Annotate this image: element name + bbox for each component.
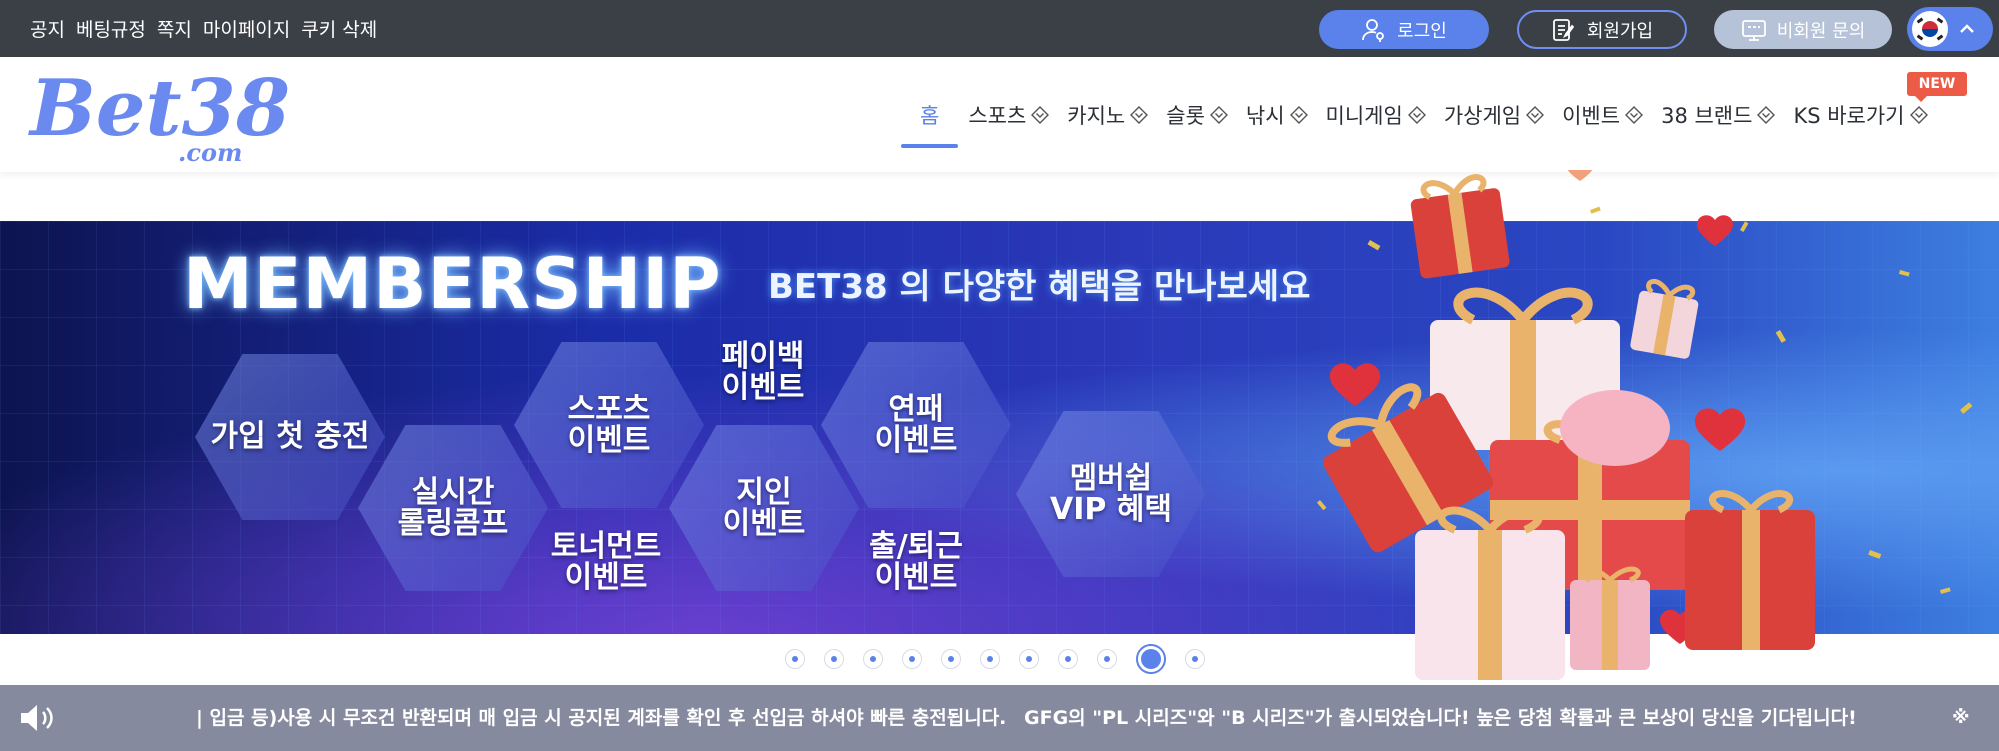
top-bar: 공지 베팅규정 쪽지 마이페이지 쿠키 삭제 로그인 회원가입 비회원 문의 bbox=[0, 0, 1999, 57]
korea-flag-icon bbox=[1912, 11, 1948, 47]
chat-screen-icon bbox=[1741, 19, 1766, 41]
nav-slots[interactable]: 슬롯 bbox=[1157, 57, 1237, 172]
main-nav: 홈 스포츠 카지노 슬롯 낚시 미니게임 가상게임 이벤트 38 브랜드 KS … bbox=[900, 57, 1937, 172]
hex-label: 지인 이벤트 bbox=[722, 474, 806, 541]
nav-virtual-game-label: 가상게임 bbox=[1443, 103, 1522, 128]
new-badge: NEW bbox=[1907, 72, 1967, 102]
chevron-down-icon bbox=[1031, 105, 1050, 124]
slider-dot[interactable] bbox=[1185, 649, 1205, 669]
nav-38-brand-label: 38 브랜드 bbox=[1661, 103, 1753, 128]
top-link-messages[interactable]: 쪽지 bbox=[157, 15, 192, 42]
chevron-down-icon bbox=[1407, 105, 1426, 124]
nav-events-label: 이벤트 bbox=[1562, 103, 1621, 128]
ticker-message-2: GFG의 "PL 시리즈"와 "B 시리즈"가 출시되었습니다! 높은 당첨 확… bbox=[1024, 707, 1857, 729]
slider-pagination bbox=[785, 644, 1205, 674]
nav-home-label: 홈 bbox=[920, 103, 940, 128]
nav-fishing[interactable]: 낚시 bbox=[1237, 57, 1317, 172]
join-button[interactable]: 회원가입 bbox=[1517, 10, 1687, 49]
site-logo[interactable]: Bet38 .com bbox=[28, 63, 290, 172]
gift-boxes-illustration bbox=[1316, 170, 1973, 680]
nav-virtual-game[interactable]: 가상게임 bbox=[1435, 57, 1553, 172]
chevron-down-icon bbox=[1909, 105, 1928, 124]
top-link-mypage[interactable]: 마이페이지 bbox=[203, 15, 290, 42]
ticker-message-1: | 입금 등)사용 시 무조건 반환되며 매 입금 시 공지된 계좌를 확인 후… bbox=[196, 707, 1007, 729]
user-key-icon bbox=[1362, 18, 1385, 42]
top-link-clear-cookies[interactable]: 쿠키 삭제 bbox=[301, 15, 377, 42]
nav-38-brand[interactable]: 38 브랜드 bbox=[1652, 57, 1784, 172]
slider-dot[interactable] bbox=[1019, 649, 1039, 669]
chevron-down-icon bbox=[1757, 105, 1776, 124]
nav-casino[interactable]: 카지노 bbox=[1058, 57, 1157, 172]
nav-ks-shortcut-label: KS 바로가기 bbox=[1793, 103, 1905, 128]
nav-fishing-label: 낚시 bbox=[1245, 103, 1285, 128]
hex-label: 스포츠 이벤트 bbox=[567, 391, 651, 458]
slider-dot[interactable] bbox=[824, 649, 844, 669]
form-edit-icon bbox=[1552, 18, 1575, 41]
notice-ticker: | 입금 등)사용 시 무조건 반환되며 매 입금 시 공지된 계좌를 확인 후… bbox=[0, 685, 1999, 751]
slider-dot[interactable] bbox=[785, 649, 805, 669]
hex-label: 페이백 이벤트 bbox=[721, 338, 805, 405]
nav-casino-label: 카지노 bbox=[1067, 103, 1126, 128]
join-label: 회원가입 bbox=[1586, 20, 1654, 42]
speaker-icon[interactable] bbox=[18, 702, 58, 734]
language-selector[interactable] bbox=[1907, 7, 1993, 51]
nav-slots-label: 슬롯 bbox=[1166, 103, 1205, 128]
guest-inquiry-label: 비회원 문의 bbox=[1776, 20, 1866, 42]
login-button[interactable]: 로그인 bbox=[1319, 10, 1489, 49]
logo-text: Bet38 bbox=[28, 63, 288, 154]
slider-dot[interactable] bbox=[1058, 649, 1078, 669]
nav-home[interactable]: 홈 bbox=[900, 57, 959, 172]
hex-commute-event: 출/퇴근 이벤트 bbox=[821, 479, 1011, 634]
hex-label: 토너먼트 이벤트 bbox=[550, 528, 662, 595]
ticker-message-3: ※ bbox=[1952, 707, 1970, 728]
nav-sports[interactable]: 스포츠 bbox=[959, 57, 1058, 172]
chevron-down-icon bbox=[1130, 105, 1149, 124]
slider-dot[interactable] bbox=[863, 649, 883, 669]
hex-label: 가입 첫 충전 bbox=[210, 419, 370, 455]
chevron-down-icon bbox=[1625, 105, 1644, 124]
top-links: 공지 베팅규정 쪽지 마이페이지 쿠키 삭제 bbox=[30, 0, 377, 57]
slider-dot[interactable] bbox=[1097, 649, 1117, 669]
nav-minigame-label: 미니게임 bbox=[1325, 103, 1403, 128]
logo-subtext: .com bbox=[178, 138, 242, 167]
nav-minigame[interactable]: 미니게임 bbox=[1317, 57, 1435, 172]
slider-dot[interactable] bbox=[941, 649, 961, 669]
hex-label: 실시간 롤링콤프 bbox=[397, 474, 509, 541]
hex-label: 연패 이벤트 bbox=[874, 391, 958, 458]
chevron-down-icon bbox=[1209, 105, 1228, 124]
banner-title: MEMBERSHIP bbox=[183, 243, 722, 325]
nav-events[interactable]: 이벤트 bbox=[1553, 57, 1652, 172]
top-link-betting-rules[interactable]: 베팅규정 bbox=[76, 15, 146, 42]
login-label: 로그인 bbox=[1397, 20, 1447, 42]
hex-label: 멤버쉽 VIP 혜택 bbox=[1049, 460, 1172, 527]
main-header: Bet38 .com 홈 스포츠 카지노 슬롯 낚시 미니게임 가상게임 이벤트… bbox=[0, 57, 1999, 172]
slider-dot[interactable] bbox=[1136, 644, 1166, 674]
guest-inquiry-button[interactable]: 비회원 문의 bbox=[1714, 10, 1892, 49]
top-link-notice[interactable]: 공지 bbox=[30, 15, 65, 42]
slider-dot[interactable] bbox=[902, 649, 922, 669]
slider-dot[interactable] bbox=[980, 649, 1000, 669]
chevron-up-icon bbox=[1960, 24, 1974, 33]
chevron-down-icon bbox=[1289, 105, 1308, 124]
hex-label: 출/퇴근 이벤트 bbox=[869, 528, 963, 595]
chevron-down-icon bbox=[1526, 105, 1545, 124]
nav-sports-label: 스포츠 bbox=[968, 103, 1027, 128]
